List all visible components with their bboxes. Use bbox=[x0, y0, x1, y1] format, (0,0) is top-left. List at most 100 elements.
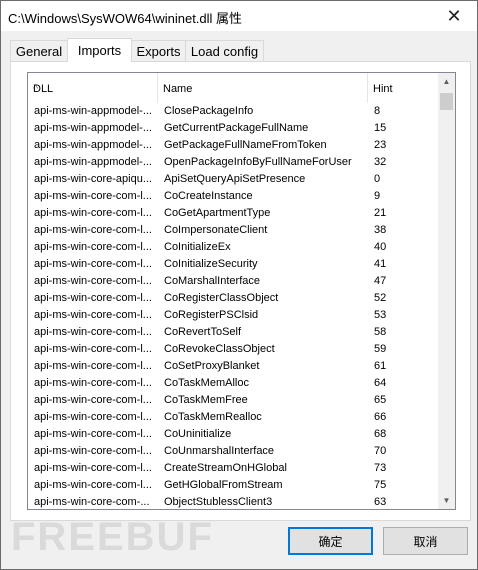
table-row[interactable]: api-ms-win-core-com-l... CoGetApartmentTy… bbox=[28, 205, 437, 222]
cell-dll: api-ms-win-core-com-l... bbox=[34, 292, 152, 304]
imports-list[interactable]: ^ DLL Name Hint api-ms-win-appmodel-... C… bbox=[27, 72, 456, 510]
scroll-up-button[interactable]: ▲ bbox=[438, 73, 455, 90]
cell-hint: 52 bbox=[374, 292, 387, 304]
table-row[interactable]: api-ms-win-core-com-l... CoRevokeClassObj… bbox=[28, 341, 437, 358]
list-rows: api-ms-win-appmodel-... ClosePackageInfo 8… bbox=[28, 103, 437, 509]
table-row[interactable]: api-ms-win-core-com-l... CoMarshalInterfa… bbox=[28, 273, 437, 290]
cell-dll: api-ms-win-core-com-l... bbox=[34, 207, 152, 219]
column-header-dll-label: DLL bbox=[33, 83, 54, 95]
cell-name: CoInitializeEx bbox=[164, 241, 231, 253]
cell-dll: api-ms-win-core-com-l... bbox=[34, 275, 152, 287]
column-header-name[interactable]: Name bbox=[158, 73, 368, 103]
cell-name: CoUnmarshalInterface bbox=[164, 445, 275, 457]
arrow-down-icon: ▼ bbox=[442, 496, 451, 505]
ok-button[interactable]: 确定 bbox=[288, 527, 373, 555]
cell-hint: 53 bbox=[374, 309, 387, 321]
table-row[interactable]: api-ms-win-appmodel-... ClosePackageInfo 8 bbox=[28, 103, 437, 120]
cell-dll: api-ms-win-core-com-l... bbox=[34, 479, 152, 491]
column-header-dll[interactable]: ^ DLL bbox=[28, 73, 158, 103]
cell-dll: api-ms-win-core-com-l... bbox=[34, 224, 152, 236]
cell-name: CoGetApartmentType bbox=[164, 207, 271, 219]
cell-dll: api-ms-win-appmodel-... bbox=[34, 139, 152, 151]
table-row[interactable]: api-ms-win-core-apiqu... ApiSetQueryApiSe… bbox=[28, 171, 437, 188]
cell-name: CoInitializeSecurity bbox=[164, 258, 258, 270]
cell-dll: api-ms-win-core-com-l... bbox=[34, 326, 152, 338]
cell-hint: 70 bbox=[374, 445, 387, 457]
cell-hint: 40 bbox=[374, 241, 387, 253]
tab-imports[interactable]: Imports bbox=[67, 38, 132, 62]
cell-dll: api-ms-win-core-com-l... bbox=[34, 462, 152, 474]
cell-dll: api-ms-win-core-com-l... bbox=[34, 428, 152, 440]
cell-name: CoTaskMemAlloc bbox=[164, 377, 249, 389]
table-row[interactable]: api-ms-win-core-com-l... CoInitializeEx 40 bbox=[28, 239, 437, 256]
cell-name: ObjectStublessClient3 bbox=[164, 496, 273, 508]
tab-exports[interactable]: Exports bbox=[131, 40, 186, 61]
cell-name: OpenPackageInfoByFullNameForUser bbox=[164, 156, 352, 168]
cell-hint: 41 bbox=[374, 258, 387, 270]
cell-dll: api-ms-win-appmodel-... bbox=[34, 156, 152, 168]
cell-dll: api-ms-win-appmodel-... bbox=[34, 122, 152, 134]
column-header-hint[interactable]: Hint bbox=[368, 73, 437, 103]
table-row[interactable]: api-ms-win-core-com-l... CoImpersonateCli… bbox=[28, 222, 437, 239]
table-row[interactable]: api-ms-win-appmodel-... GetPackageFullNam… bbox=[28, 137, 437, 154]
scroll-down-button[interactable]: ▼ bbox=[438, 492, 455, 509]
cell-dll: api-ms-win-core-com-l... bbox=[34, 241, 152, 253]
cell-name: CoCreateInstance bbox=[164, 190, 253, 202]
imports-panel: ^ DLL Name Hint api-ms-win-appmodel-... C… bbox=[10, 61, 471, 521]
table-row[interactable]: api-ms-win-core-com-l... CoTaskMemFree 65 bbox=[28, 392, 437, 409]
cell-name: CoRevokeClassObject bbox=[164, 343, 275, 355]
cell-dll: api-ms-win-core-com-... bbox=[34, 496, 150, 508]
cell-name: ClosePackageInfo bbox=[164, 105, 254, 117]
cell-hint: 66 bbox=[374, 411, 387, 423]
cell-hint: 64 bbox=[374, 377, 387, 389]
table-row[interactable]: api-ms-win-core-com-l... CoUnmarshalInter… bbox=[28, 443, 437, 460]
cell-dll: api-ms-win-core-com-l... bbox=[34, 343, 152, 355]
table-row[interactable]: api-ms-win-core-com-l... CreateStreamOnHG… bbox=[28, 460, 437, 477]
cell-hint: 21 bbox=[374, 207, 387, 219]
cancel-button[interactable]: 取消 bbox=[383, 527, 468, 555]
cell-hint: 0 bbox=[374, 173, 381, 185]
table-row[interactable]: api-ms-win-core-com-l... CoTaskMemRealloc… bbox=[28, 409, 437, 426]
column-header-name-label: Name bbox=[163, 83, 193, 95]
table-row[interactable]: api-ms-win-core-com-l... CoSetProxyBlanke… bbox=[28, 358, 437, 375]
table-row[interactable]: api-ms-win-appmodel-... GetCurrentPackage… bbox=[28, 120, 437, 137]
table-row[interactable]: api-ms-win-core-com-l... CoRegisterClassO… bbox=[28, 290, 437, 307]
table-row[interactable]: api-ms-win-core-com-l... CoRegisterPSClsi… bbox=[28, 307, 437, 324]
cell-hint: 8 bbox=[374, 105, 381, 117]
cell-hint: 23 bbox=[374, 139, 387, 151]
cell-name: ApiSetQueryApiSetPresence bbox=[164, 173, 306, 185]
table-row[interactable]: api-ms-win-core-com-l... CoRevertToSelf 58 bbox=[28, 324, 437, 341]
cell-name: CoMarshalInterface bbox=[164, 275, 260, 287]
cell-dll: api-ms-win-core-com-l... bbox=[34, 258, 152, 270]
table-row[interactable]: api-ms-win-core-com-... ObjectStublessCli… bbox=[28, 494, 437, 509]
scroll-thumb[interactable] bbox=[440, 93, 453, 110]
cell-dll: api-ms-win-core-com-l... bbox=[34, 360, 152, 372]
cell-hint: 65 bbox=[374, 394, 387, 406]
table-row[interactable]: api-ms-win-core-com-l... CoCreateInstance… bbox=[28, 188, 437, 205]
column-header-hint-label: Hint bbox=[373, 83, 393, 95]
cell-dll: api-ms-win-core-com-l... bbox=[34, 394, 152, 406]
table-row[interactable]: api-ms-win-appmodel-... OpenPackageInfoBy… bbox=[28, 154, 437, 171]
cell-hint: 32 bbox=[374, 156, 387, 168]
cell-hint: 63 bbox=[374, 496, 387, 508]
tab-load-config[interactable]: Load config bbox=[185, 40, 264, 61]
table-row[interactable]: api-ms-win-core-com-l... CoTaskMemAlloc 64 bbox=[28, 375, 437, 392]
table-row[interactable]: api-ms-win-core-com-l... CoInitializeSecu… bbox=[28, 256, 437, 273]
cell-hint: 59 bbox=[374, 343, 387, 355]
close-button[interactable]: ✕ bbox=[431, 1, 477, 31]
title-bar[interactable]: C:\Windows\SysWOW64\wininet.dll 属性 ✕ bbox=[1, 1, 477, 31]
arrow-up-icon: ▲ bbox=[442, 77, 451, 86]
table-row[interactable]: api-ms-win-core-com-l... GetHGlobalFromSt… bbox=[28, 477, 437, 494]
cell-name: CoImpersonateClient bbox=[164, 224, 268, 236]
cell-name: CoRegisterClassObject bbox=[164, 292, 279, 304]
cell-name: CreateStreamOnHGlobal bbox=[164, 462, 287, 474]
cell-name: CoRevertToSelf bbox=[164, 326, 242, 338]
cell-name: GetPackageFullNameFromToken bbox=[164, 139, 327, 151]
cell-hint: 61 bbox=[374, 360, 387, 372]
cell-hint: 47 bbox=[374, 275, 387, 287]
vertical-scrollbar[interactable]: ▲ ▼ bbox=[438, 73, 455, 509]
tab-general[interactable]: General bbox=[10, 40, 68, 61]
table-row[interactable]: api-ms-win-core-com-l... CoUninitialize 68 bbox=[28, 426, 437, 443]
cell-hint: 68 bbox=[374, 428, 387, 440]
cell-hint: 38 bbox=[374, 224, 387, 236]
